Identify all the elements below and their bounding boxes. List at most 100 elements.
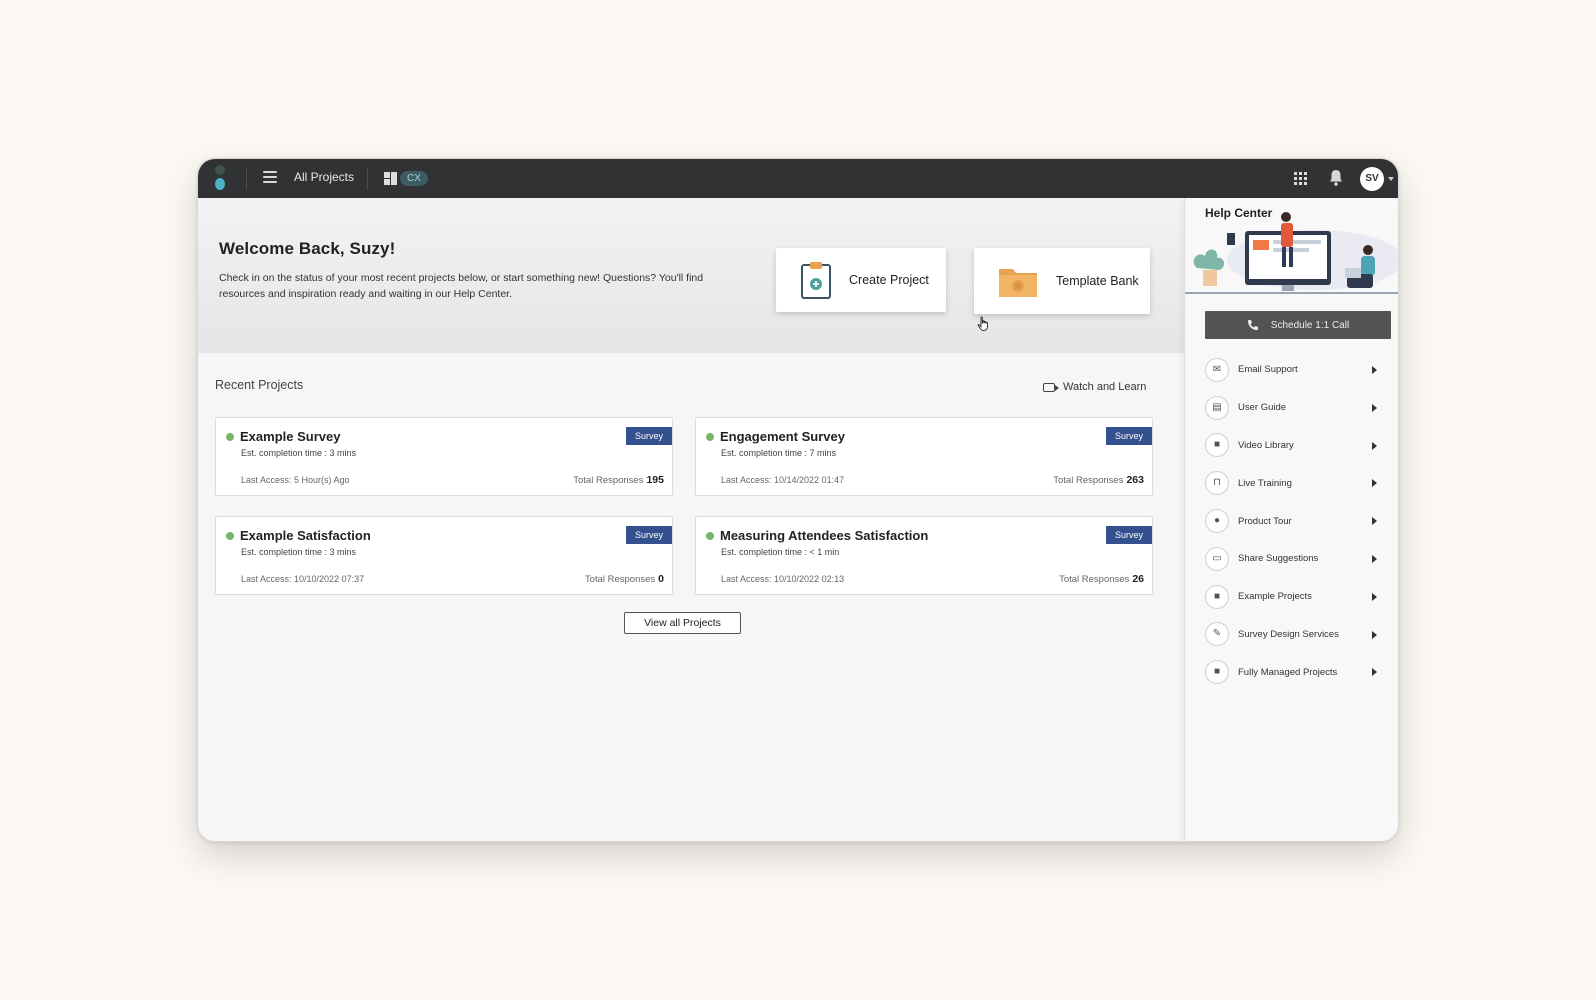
template-bank-button[interactable]: Template Bank bbox=[974, 248, 1150, 314]
welcome-heading: Welcome Back, Suzy! bbox=[219, 239, 396, 258]
topbar-divider bbox=[246, 167, 247, 190]
project-card[interactable]: Measuring Attendees Satisfaction Est. co… bbox=[695, 516, 1153, 595]
help-item-product-tour[interactable]: ● Product Tour bbox=[1205, 502, 1385, 540]
help-item-label: Fully Managed Projects bbox=[1238, 666, 1338, 678]
status-dot bbox=[226, 532, 234, 540]
chevron-right-icon bbox=[1372, 668, 1377, 677]
schedule-call-button[interactable]: Schedule 1:1 Call bbox=[1205, 311, 1391, 339]
total-responses-label: Total Responses bbox=[1059, 574, 1130, 585]
phone-icon bbox=[1247, 320, 1258, 330]
chevron-right-icon bbox=[1372, 554, 1377, 563]
project-type-badge: Survey bbox=[1106, 427, 1152, 445]
recent-projects-heading: Recent Projects bbox=[215, 378, 304, 392]
chevron-right-icon bbox=[1372, 479, 1377, 488]
dashboard-icon[interactable] bbox=[384, 172, 397, 185]
help-item-glyph: ● bbox=[1213, 515, 1221, 527]
status-dot bbox=[706, 433, 714, 441]
help-item-share-suggestions[interactable]: ▭ Share Suggestions bbox=[1205, 540, 1385, 578]
chevron-right-icon bbox=[1372, 366, 1377, 374]
welcome-description: Check in on the status of your most rece… bbox=[219, 272, 704, 300]
help-item-label: Live Training bbox=[1238, 477, 1292, 489]
project-type-badge: Survey bbox=[626, 526, 672, 544]
project-est-time: Est. completion time : < 1 min bbox=[721, 547, 840, 557]
document-icon: ▤ bbox=[1205, 395, 1229, 420]
survey-icon: ✎ bbox=[1205, 622, 1229, 647]
project-type-badge: Survey bbox=[626, 427, 672, 445]
project-type-badge: Survey bbox=[1106, 526, 1152, 544]
apps-grid-icon[interactable] bbox=[1294, 172, 1307, 185]
video-icon: ■ bbox=[1205, 433, 1229, 458]
project-last-access: Last Access: 5 Hour(s) Ago bbox=[241, 475, 350, 485]
app-window: All Projects CX SV Welcome Back, Suzy! C… bbox=[197, 158, 1399, 842]
project-est-time: Est. completion time : 3 mins bbox=[241, 547, 357, 557]
chevron-right-icon bbox=[1372, 630, 1377, 639]
total-responses-label: Total Responses bbox=[584, 574, 656, 585]
help-item-email-support[interactable]: ✉ Email Support bbox=[1205, 351, 1385, 389]
watch-and-learn-link[interactable]: Watch and Learn bbox=[1043, 381, 1146, 393]
view-all-projects-button[interactable]: View all Projects bbox=[624, 612, 741, 634]
help-item-survey-design-services[interactable]: ✎ Survey Design Services bbox=[1205, 616, 1385, 654]
project-title[interactable]: Example Satisfaction bbox=[240, 528, 371, 543]
project-title[interactable]: Example Survey bbox=[240, 429, 340, 444]
app-logo[interactable] bbox=[212, 165, 228, 191]
total-responses-label: Total Responses bbox=[573, 475, 644, 486]
help-item-glyph: ▭ bbox=[1212, 552, 1222, 564]
all-projects-link[interactable]: All Projects bbox=[294, 170, 354, 184]
help-item-label: Share Suggestions bbox=[1238, 553, 1319, 565]
project-last-access: Last Access: 10/14/2022 01:47 bbox=[721, 475, 845, 485]
watch-and-learn-label: Watch and Learn bbox=[1063, 381, 1147, 393]
bell-icon[interactable] bbox=[1329, 169, 1343, 187]
help-item-glyph: ✉ bbox=[1212, 363, 1222, 375]
help-item-glyph: ▤ bbox=[1212, 401, 1222, 413]
help-item-label: Example Projects bbox=[1238, 591, 1312, 603]
welcome-banner: Welcome Back, Suzy! Check in on the stat… bbox=[198, 198, 1184, 353]
project-est-time: Est. completion time : 3 mins bbox=[241, 448, 357, 458]
workspace-pill[interactable]: CX bbox=[400, 171, 428, 186]
create-project-label: Create Project bbox=[849, 273, 929, 287]
project-card[interactable]: Example Survey Est. completion time : 3 … bbox=[215, 417, 673, 496]
project-est-time: Est. completion time : 7 mins bbox=[721, 448, 837, 458]
project-title[interactable]: Measuring Attendees Satisfaction bbox=[720, 528, 928, 543]
help-item-example-projects[interactable]: ■ Example Projects bbox=[1205, 578, 1385, 616]
help-item-video-library[interactable]: ■ Video Library bbox=[1205, 427, 1385, 465]
status-dot bbox=[706, 532, 714, 540]
help-item-glyph: ✎ bbox=[1212, 628, 1222, 640]
folder-icon bbox=[999, 269, 1037, 297]
cart-icon: ⊓ bbox=[1205, 471, 1229, 496]
user-avatar[interactable]: SV bbox=[1360, 167, 1384, 191]
menu-icon[interactable] bbox=[263, 171, 277, 185]
help-item-user-guide[interactable]: ▤ User Guide bbox=[1205, 389, 1385, 427]
chevron-down-icon[interactable] bbox=[1388, 177, 1394, 181]
total-responses-label: Total Responses bbox=[1053, 475, 1124, 486]
project-total-responses: Total Responses 195 bbox=[573, 474, 664, 486]
total-responses-value: 0 bbox=[658, 573, 664, 585]
help-item-label: User Guide bbox=[1238, 402, 1287, 414]
help-item-glyph: ⊓ bbox=[1213, 477, 1221, 489]
chevron-right-icon bbox=[1372, 517, 1377, 526]
chevron-right-icon bbox=[1372, 403, 1377, 412]
video-camera-icon bbox=[1043, 382, 1059, 392]
hand-cursor-icon bbox=[977, 316, 988, 331]
chevron-right-icon bbox=[1372, 441, 1377, 450]
envelope-icon: ✉ bbox=[1205, 357, 1229, 382]
top-navigation-bar: All Projects CX SV bbox=[198, 159, 1398, 198]
project-total-responses: Total Responses 26 bbox=[1059, 573, 1144, 585]
help-item-label: Video Library bbox=[1238, 439, 1294, 451]
project-card[interactable]: Engagement Survey Est. completion time :… bbox=[695, 417, 1153, 496]
help-item-live-training[interactable]: ⊓ Live Training bbox=[1205, 464, 1385, 502]
help-item-glyph: ■ bbox=[1213, 666, 1221, 678]
schedule-call-label: Schedule 1:1 Call bbox=[1270, 319, 1350, 331]
total-responses-value: 195 bbox=[646, 474, 664, 486]
briefcase-icon: ■ bbox=[1205, 584, 1229, 609]
create-project-button[interactable]: Create Project bbox=[776, 248, 946, 312]
project-last-access: Last Access: 10/10/2022 07:37 bbox=[241, 574, 365, 584]
help-resource-list: ✉ Email Support ▤ User Guide ■ Video Lib… bbox=[1205, 351, 1385, 691]
help-center-title: Help Center bbox=[1205, 206, 1273, 220]
help-item-fully-managed-projects[interactable]: ■ Fully Managed Projects bbox=[1205, 653, 1385, 691]
help-item-label: Email Support bbox=[1238, 364, 1298, 376]
chat-icon: ▭ bbox=[1205, 546, 1229, 571]
chevron-right-icon bbox=[1372, 592, 1377, 601]
project-title[interactable]: Engagement Survey bbox=[720, 429, 845, 444]
project-card[interactable]: Example Satisfaction Est. completion tim… bbox=[215, 516, 673, 595]
help-item-label: Survey Design Services bbox=[1238, 628, 1339, 640]
